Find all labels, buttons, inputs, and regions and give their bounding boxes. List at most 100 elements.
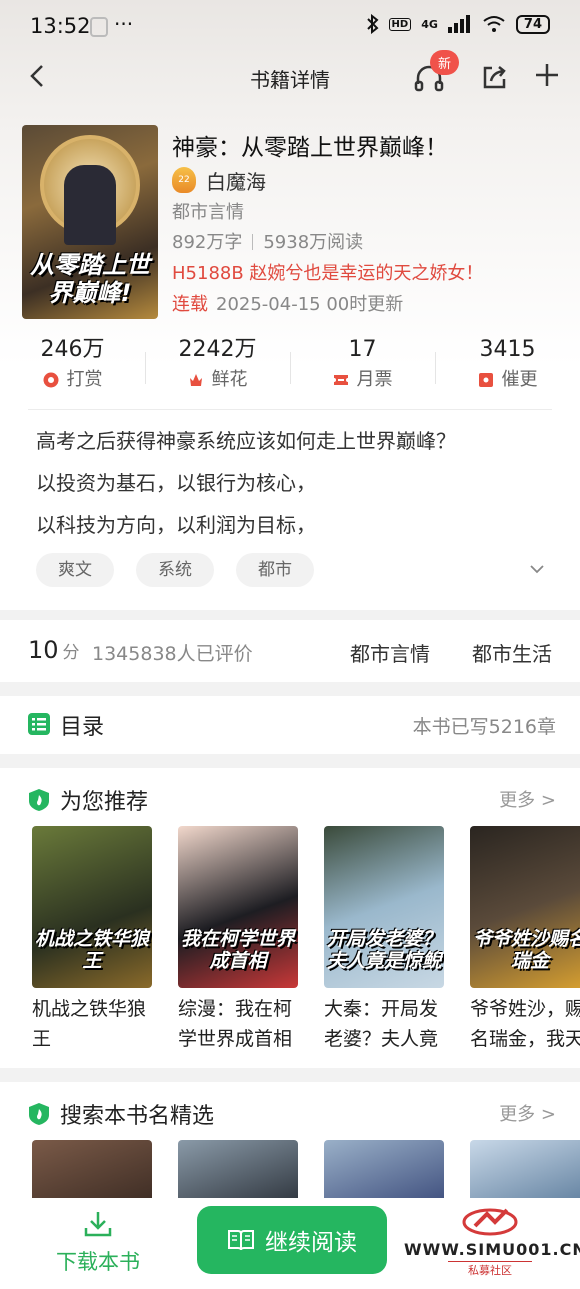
section-header: 为您推荐 (28, 784, 148, 816)
toc-label: 目录 (60, 715, 105, 740)
share-icon[interactable] (482, 64, 508, 90)
book-title: 神豪：从零踏上世界巅峰！ (172, 135, 448, 161)
cover-figure-art (64, 165, 116, 245)
book-icon (228, 1230, 254, 1251)
book-card-cover: 我在柯学世界成首相 (178, 826, 298, 988)
description-line: 以科技为方向，以利润为目标， (36, 513, 316, 537)
tag-item[interactable]: 爽文 (36, 553, 114, 587)
watermark: WWW.SIMU001.CN 私募社区 (404, 1206, 580, 1286)
category-link[interactable]: 都市言情 (350, 638, 430, 667)
cover-title-art: 我在柯学世界成首相 (180, 928, 295, 972)
score-value: 10 (28, 636, 59, 664)
flame-shield-icon (29, 1103, 49, 1125)
book-card-title: 爷爷姓沙，赐名瑞金，我天生富贵 (470, 998, 580, 1050)
book-info: 神豪：从零踏上世界巅峰！ 22 白魔海 都市言情 892万字 5938万阅读 H5… (172, 128, 572, 320)
bottom-bar: 下载本书 继续阅读 WWW.SIMU001.CN 私募社区 (0, 1198, 580, 1289)
cover-title-art: 开局发老婆？夫人竟是惊鲵 (326, 928, 441, 972)
book-stats: 892万字 5938万阅读 (172, 228, 572, 258)
tag-list: 爽文 系统 都市 (36, 553, 314, 587)
book-card[interactable]: 我在柯学世界成首相 综漫：我在柯学世界成首相 (178, 826, 298, 1054)
stat-value: 246万 (40, 337, 105, 362)
book-description[interactable]: 高考之后获得神豪系统应该如何走上世界巅峰？ 以投资为基石，以银行为核心， 以科技… (36, 420, 546, 546)
watermark-sub: 私募社区 (448, 1261, 532, 1278)
stat-label: 鲜花 (211, 369, 248, 390)
book-card-cover: 开局发老婆？夫人竟是惊鲵 (324, 826, 444, 988)
chevron-down-icon[interactable] (528, 560, 546, 578)
stat-flower[interactable]: 2242万 鲜花 (145, 334, 290, 398)
support-stats: 246万 打赏 2242万 鲜花 17 月票 3415 催更 (0, 334, 580, 398)
update-row: 连载 2025-04-15 00时更新 (172, 290, 572, 320)
divider (28, 409, 552, 410)
book-card[interactable]: 爷爷姓沙赐名瑞金 爷爷姓沙，赐名瑞金，我天生富贵 (470, 826, 580, 1054)
status-bar: 13:52 ··· HD 4G 74 (0, 0, 580, 54)
author-row[interactable]: 22 白魔海 (172, 166, 572, 194)
chapter-count: 本书已写5216章 (412, 716, 556, 738)
read-label: 继续阅读 (265, 1230, 357, 1256)
book-row: 机战之铁华狼王 机战之铁华狼王 我在柯学世界成首相 综漫：我在柯学世界成首相 开… (32, 826, 580, 1054)
stat-label: 催更 (501, 369, 538, 390)
network-label: 4G (421, 17, 438, 31)
list-icon (28, 713, 50, 735)
flame-shield-icon (29, 789, 49, 811)
book-category: 都市言情 (172, 202, 244, 223)
bluetooth-icon (366, 14, 379, 34)
category-link[interactable]: 都市生活 (472, 638, 552, 667)
tag-item[interactable]: 系统 (136, 553, 214, 587)
nav-bar: 书籍详情 新 (0, 50, 580, 100)
stat-value: 2242万 (178, 337, 257, 362)
wifi-icon (483, 16, 505, 32)
more-link[interactable]: 更多 > (499, 786, 556, 812)
cover-title-art: 机战之铁华狼王 (34, 928, 149, 972)
continue-reading-button[interactable]: 继续阅读 (197, 1206, 387, 1274)
description-line: 高考之后获得神豪系统应该如何走上世界巅峰？ (36, 429, 456, 453)
book-card-cover: 机战之铁华狼王 (32, 826, 152, 988)
stat-ticket[interactable]: 17 月票 (290, 334, 435, 398)
battery-icon: 74 (515, 14, 550, 34)
download-icon (84, 1212, 112, 1237)
reward-icon (43, 372, 58, 388)
stats-divider (252, 234, 254, 250)
book-card-cover: 爷爷姓沙赐名瑞金 (470, 826, 580, 988)
book-card[interactable]: 开局发老婆？夫人竟是惊鲵 大秦：开局发老婆？夫人竟是惊鲵 (324, 826, 444, 1054)
latest-chapter[interactable]: H5188B 赵婉兮也是幸运的天之娇女！ (172, 258, 572, 290)
rating-count: 1345838人已评价 (92, 643, 253, 665)
update-time: 2025-04-15 00时更新 (216, 294, 404, 315)
stat-label: 月票 (356, 369, 393, 390)
serial-status: 连载 (172, 294, 208, 315)
hd-icon: HD (388, 17, 412, 31)
stat-reward[interactable]: 246万 打赏 (0, 334, 145, 398)
watermark-site: WWW.SIMU001.CN (404, 1240, 580, 1259)
watermark-logo-icon (462, 1208, 518, 1236)
author-name[interactable]: 白魔海 (206, 166, 266, 195)
status-right: HD 4G 74 (366, 14, 550, 34)
table-of-contents[interactable]: 目录 本书已写5216章 (0, 696, 580, 754)
description-line: 以投资为基石，以银行为核心， (36, 471, 316, 495)
rating-score: 10 分 (28, 636, 80, 664)
status-time: 13:52 (30, 14, 91, 38)
ticket-icon (333, 375, 348, 385)
section-title: 为您推荐 (60, 790, 149, 815)
signal-icon (447, 15, 470, 33)
more-notifications: ··· (114, 12, 134, 36)
cover-title-art: 从零踏上世界巅峰! (30, 251, 150, 307)
add-icon[interactable] (534, 62, 560, 88)
flower-icon (189, 374, 202, 386)
book-card-title: 综漫：我在柯学世界成首相 (178, 998, 293, 1050)
stat-value: 17 (348, 337, 377, 362)
download-button[interactable]: 下载本书 (48, 1210, 148, 1276)
new-badge: 新 (430, 50, 460, 75)
book-cover[interactable]: 从零踏上世界巅峰! (22, 125, 158, 319)
book-card[interactable]: 机战之铁华狼王 机战之铁华狼王 (32, 826, 152, 1054)
recommend-section: 为您推荐 更多 > 机战之铁华狼王 机战之铁华狼王 我在柯学世界成首相 综漫：我… (0, 768, 580, 1068)
rating-card[interactable]: 10 分 1345838人已评价 都市言情 都市生活 (0, 620, 580, 682)
score-unit: 分 (62, 643, 80, 663)
word-count: 892万字 (172, 232, 243, 253)
author-level-icon: 22 (172, 167, 196, 193)
more-link[interactable]: 更多 > (499, 1100, 556, 1126)
section-title: 搜索本书名精选 (60, 1104, 215, 1129)
stat-urge[interactable]: 3415 催更 (435, 334, 580, 398)
download-label: 下载本书 (56, 1250, 140, 1274)
book-card-title: 大秦：开局发老婆？夫人竟是惊鲵 (324, 998, 439, 1050)
tag-item[interactable]: 都市 (236, 553, 314, 587)
urge-icon (478, 373, 493, 387)
